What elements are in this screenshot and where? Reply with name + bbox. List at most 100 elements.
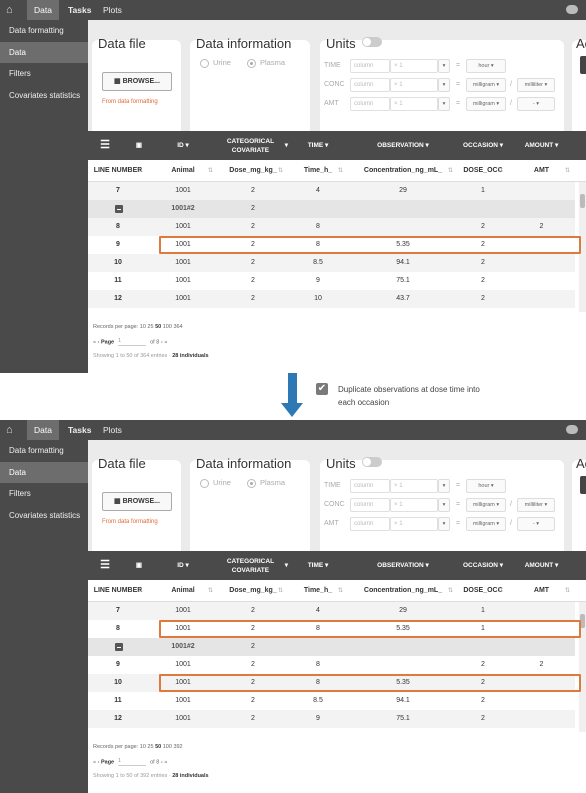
chat-icon[interactable] [566,425,578,434]
sort-icon[interactable]: ⇅ [448,167,453,174]
plasma-radio[interactable]: Plasma [247,58,285,68]
sort-icon[interactable]: ⇅ [338,167,343,174]
first-page-icon[interactable]: « [93,759,96,765]
multiplier-input[interactable]: × 1 [390,479,438,493]
records-option[interactable]: 10 25 [140,744,154,750]
tab-data[interactable]: Data [27,0,59,20]
page-input[interactable]: 1 [118,338,147,346]
column-input[interactable]: column [350,97,390,111]
action-button[interactable] [580,476,586,494]
column-input[interactable]: column [350,498,390,512]
header-id[interactable]: ID ▾ [148,131,218,160]
unit-denominator-select[interactable]: - ▾ [517,517,555,531]
multiplier-input[interactable]: × 1 [390,78,438,92]
column-input[interactable]: column [350,59,390,73]
browse-button[interactable]: ▦ BROWSE... [102,72,172,91]
records-selected[interactable]: 50 [155,324,161,330]
multiplier-input[interactable]: × 1 [390,517,438,531]
home-icon[interactable]: ⌂ [6,424,20,436]
header-time[interactable]: TIME ▾ [288,131,348,160]
save-icon[interactable]: ▣ [132,131,146,160]
records-option[interactable]: 100 392 [163,744,183,750]
sort-icon[interactable]: ⇅ [338,587,343,594]
header-observation[interactable]: OBSERVATION ▾ [348,131,458,160]
unit-denominator-select[interactable]: milliliter ▾ [517,498,555,512]
multiplier-input[interactable]: × 1 [390,97,438,111]
plasma-radio[interactable]: Plasma [247,478,285,488]
sidebar-item-data[interactable]: Data [0,41,88,63]
next-page-icon[interactable]: › [161,759,163,765]
group-row[interactable]: 1001#2 2 [88,200,575,218]
column-input[interactable]: column [350,78,390,92]
save-icon[interactable]: ▣ [132,551,146,580]
sort-icon[interactable]: ⇅ [278,587,283,594]
header-amount[interactable]: AMOUNT ▾ [508,131,575,160]
sort-icon[interactable]: ⇅ [138,587,143,594]
column-name[interactable]: Concentration_ng_mL_ [348,580,458,602]
header-observation[interactable]: OBSERVATION ▾ [348,551,458,580]
chevron-down-icon[interactable]: ▾ [438,479,450,493]
table-row[interactable]: 7 1001 2 4 29 1 [88,182,575,200]
group-row[interactable]: 1001#2 2 [88,638,575,656]
units-toggle[interactable] [362,37,382,47]
column-input[interactable]: column [350,479,390,493]
from-data-formatting-link[interactable]: From data formatting [102,519,158,525]
records-selected[interactable]: 50 [155,744,161,750]
header-occasion[interactable]: OCCASION ▾ [458,131,508,160]
unit-select[interactable]: milligram ▾ [466,498,506,512]
records-option[interactable]: 100 364 [163,324,183,330]
unit-select[interactable]: hour ▾ [466,59,506,73]
chevron-down-icon[interactable]: ▾ [438,517,450,531]
scrollbar-thumb[interactable] [580,194,585,208]
sort-icon[interactable]: ⇅ [208,587,213,594]
browse-button[interactable]: ▦ BROWSE... [102,492,172,511]
chevron-down-icon[interactable]: ▾ [438,78,450,92]
tab-tasks[interactable]: Tasks [61,420,98,440]
tab-tasks[interactable]: Tasks [61,0,98,20]
chat-icon[interactable] [566,5,578,14]
table-row[interactable]: 12 1001 2 9 75.1 2 [88,710,575,728]
header-id[interactable]: ID ▾ [148,551,218,580]
sidebar-item-covariates-statistics[interactable]: Covariates statistics [0,505,88,527]
page-input[interactable]: 1 [118,758,147,766]
next-page-icon[interactable]: › [161,339,163,345]
tab-data[interactable]: Data [27,420,59,440]
unit-select[interactable]: milligram ▾ [466,517,506,531]
header-categorical-covariate[interactable]: CATEGORICAL COVARIATE ▾ [218,551,288,580]
sort-icon[interactable]: ⇅ [208,167,213,174]
chevron-down-icon[interactable]: ▾ [438,59,450,73]
first-page-icon[interactable]: « [93,339,96,345]
header-time[interactable]: TIME ▾ [288,551,348,580]
table-row[interactable]: 12 1001 2 10 43.7 2 [88,290,575,308]
table-row[interactable]: 11 1001 2 9 75.1 2 [88,272,575,290]
sort-icon[interactable]: ⇅ [565,167,570,174]
menu-icon[interactable]: ☰ [98,551,112,580]
home-icon[interactable]: ⌂ [6,4,20,16]
menu-icon[interactable]: ☰ [98,131,112,160]
sort-icon[interactable]: ⇅ [138,167,143,174]
sidebar-item-data-formatting[interactable]: Data formatting [0,20,88,42]
table-row[interactable]: 11 1001 2 8.5 94.1 2 [88,692,575,710]
unit-denominator-select[interactable]: milliliter ▾ [517,78,555,92]
header-amount[interactable]: AMOUNT ▾ [508,551,575,580]
sidebar-item-covariates-statistics[interactable]: Covariates statistics [0,85,88,107]
unit-denominator-select[interactable]: - ▾ [517,97,555,111]
unit-select[interactable]: milligram ▾ [466,97,506,111]
records-option[interactable]: 10 25 [140,324,154,330]
chevron-down-icon[interactable]: ▾ [438,97,450,111]
multiplier-input[interactable]: × 1 [390,59,438,73]
sidebar-item-filters[interactable]: Filters [0,63,88,85]
multiplier-input[interactable]: × 1 [390,498,438,512]
urine-radio[interactable]: Urine [200,58,231,68]
table-row[interactable]: 9 1001 2 8 2 2 [88,656,575,674]
sidebar-item-data[interactable]: Data [0,461,88,483]
column-input[interactable]: column [350,517,390,531]
urine-radio[interactable]: Urine [200,478,231,488]
tab-plots[interactable]: Plots [96,0,129,20]
action-button[interactable] [580,56,586,74]
table-row[interactable]: 10 1001 2 8.5 94.1 2 [88,254,575,272]
sort-icon[interactable]: ⇅ [565,587,570,594]
header-occasion[interactable]: OCCASION ▾ [458,551,508,580]
column-name[interactable]: Concentration_ng_mL_ [348,160,458,182]
sort-icon[interactable]: ⇅ [498,587,503,594]
